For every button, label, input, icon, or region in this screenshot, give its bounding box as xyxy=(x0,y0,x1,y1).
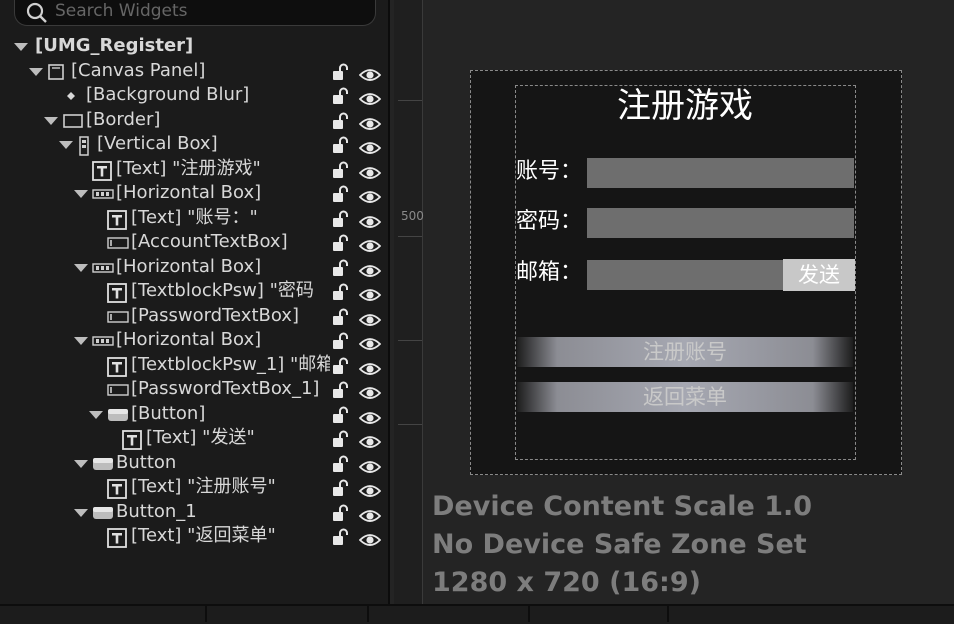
tree-item-label: [Horizontal Box] xyxy=(116,255,262,277)
account-label[interactable]: 账号： xyxy=(516,157,582,187)
tree-item-label: [Text] "发送" xyxy=(146,427,255,448)
tree-item-label: [Button] xyxy=(131,402,206,424)
tree-item[interactable]: [Text] "返回菜单" xyxy=(0,524,388,548)
tree-item-label: [Background Blur] xyxy=(86,84,250,105)
bottom-tab-divider xyxy=(367,604,369,622)
text-icon xyxy=(107,528,127,555)
expand-arrow-icon[interactable] xyxy=(74,263,88,272)
tree-item[interactable]: [Text] "发送" xyxy=(0,426,388,450)
hierarchy-panel: [UMG_Register] [Canvas Panel] [Background … xyxy=(0,0,390,604)
tree-item-label: [PasswordTextBox] xyxy=(131,304,299,326)
tree-item-label: [Text] "注册游戏" xyxy=(116,157,261,179)
password-textbox[interactable] xyxy=(587,208,854,238)
tree-item[interactable]: [Horizontal Box] xyxy=(0,328,388,352)
tree-item-label: [Text] "账号：" xyxy=(131,206,258,228)
account-textbox[interactable] xyxy=(587,158,854,188)
tree-item[interactable]: [Text] "注册账号" xyxy=(0,475,388,499)
bottom-tab-divider xyxy=(528,604,530,622)
ruler-tick xyxy=(398,100,422,101)
unlock-icon[interactable] xyxy=(331,528,351,553)
tree-item-label: Button_1 xyxy=(116,500,197,522)
tree-item[interactable]: [Text] "注册游戏" xyxy=(0,157,388,181)
send-button[interactable]: 发送 xyxy=(783,259,855,291)
register-button[interactable]: 注册账号 xyxy=(517,337,853,367)
tree-item[interactable]: [Text] "账号：" xyxy=(0,206,388,230)
expand-arrow-icon[interactable] xyxy=(74,459,88,468)
visibility-eye-icon[interactable] xyxy=(358,530,382,554)
tree-item-label: [Canvas Panel] xyxy=(71,59,206,81)
tree-item[interactable]: [Background Blur] xyxy=(0,83,388,107)
expand-arrow-icon[interactable] xyxy=(74,337,88,345)
search-box[interactable] xyxy=(14,0,376,26)
tree-item[interactable]: Button xyxy=(0,451,388,475)
tree-item-label: [TextblockPsw_1] "邮箱 xyxy=(131,353,330,375)
tree-item[interactable]: [Border] xyxy=(0,108,388,132)
tree-item-label: [PasswordTextBox_1] xyxy=(131,378,320,399)
ruler-tick xyxy=(398,236,422,237)
tree-item[interactable]: [UMG_Register] xyxy=(0,34,388,58)
tree-item-label: [TextblockPsw] "密码 xyxy=(131,280,314,301)
expand-arrow-icon[interactable] xyxy=(89,410,103,419)
expand-arrow-icon[interactable] xyxy=(74,190,88,198)
ruler-tick xyxy=(398,424,422,425)
back-menu-button[interactable]: 返回菜单 xyxy=(517,382,853,412)
expand-arrow-icon[interactable] xyxy=(59,141,73,149)
tree-item[interactable]: [TextblockPsw_1] "邮箱 xyxy=(0,353,388,377)
expand-arrow-icon[interactable] xyxy=(14,43,28,51)
password-label[interactable]: 密码： xyxy=(516,207,582,237)
tree-item[interactable]: [Button] xyxy=(0,402,388,426)
tree-item-label: [Text] "返回菜单" xyxy=(131,525,276,546)
tree-item-label: Button xyxy=(116,451,177,473)
expand-arrow-icon[interactable] xyxy=(44,116,58,125)
safe-zone-text: No Device Safe Zone Set xyxy=(432,529,807,560)
tree-item-label: [Horizontal Box] xyxy=(116,182,262,203)
search-icon xyxy=(26,2,47,23)
ruler-label: 500 xyxy=(401,210,424,222)
ruler-tick xyxy=(398,340,422,341)
tree-item[interactable]: [Vertical Box] xyxy=(0,132,388,156)
resolution-text: 1280 x 720 (16:9) xyxy=(432,567,701,598)
tree-item[interactable]: [PasswordTextBox] xyxy=(0,304,388,328)
bottom-tab-divider xyxy=(205,604,207,622)
tree-item[interactable]: [Horizontal Box] xyxy=(0,181,388,205)
vertical-ruler xyxy=(394,0,423,604)
search-input[interactable] xyxy=(55,0,365,22)
tree-item-label: [Vertical Box] xyxy=(97,133,218,154)
tree-item[interactable]: Button_1 xyxy=(0,500,388,524)
email-label[interactable]: 邮箱： xyxy=(516,258,582,288)
email-textbox[interactable] xyxy=(587,260,783,290)
tree-item-label: [Text] "注册账号" xyxy=(131,476,276,497)
tree-item-label: [UMG_Register] xyxy=(35,35,194,56)
expand-arrow-icon[interactable] xyxy=(29,67,43,76)
expand-arrow-icon[interactable] xyxy=(74,508,88,517)
tree-item[interactable]: [AccountTextBox] xyxy=(0,230,388,254)
tree-item[interactable]: [TextblockPsw] "密码 xyxy=(0,279,388,303)
preview-title[interactable]: 注册游戏 xyxy=(515,84,855,128)
bottom-tab-divider xyxy=(667,604,669,622)
tree-item-label: [Border] xyxy=(86,108,161,130)
tree-item-label: [Horizontal Box] xyxy=(116,329,262,350)
tree-item[interactable]: [Canvas Panel] xyxy=(0,59,388,83)
device-scale-text: Device Content Scale 1.0 xyxy=(432,491,813,522)
bottom-tab-bar xyxy=(0,604,954,624)
tree-item[interactable]: [Horizontal Box] xyxy=(0,255,388,279)
tree-item[interactable]: [PasswordTextBox_1] xyxy=(0,377,388,401)
tree-item-label: [AccountTextBox] xyxy=(131,231,288,252)
